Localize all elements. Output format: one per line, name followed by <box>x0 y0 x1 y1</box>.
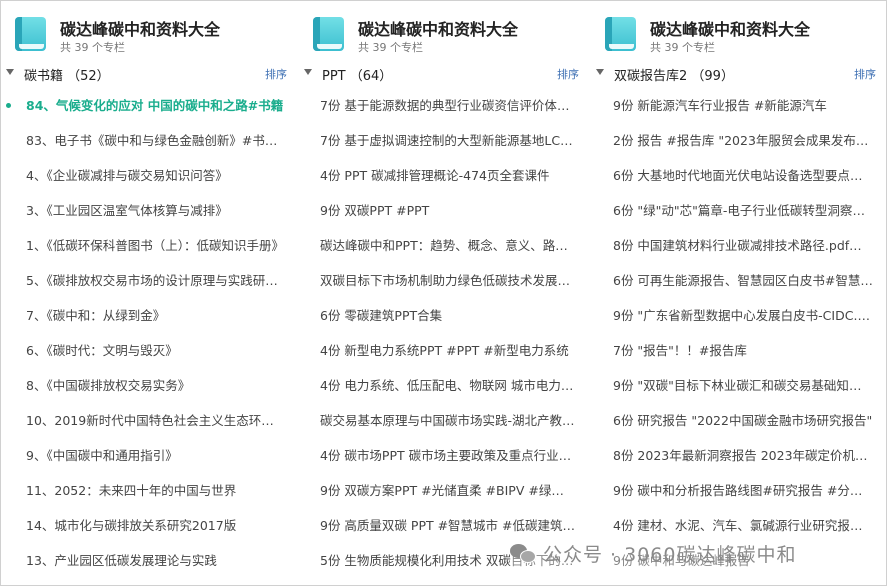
list-item[interactable]: 9份 双碳PPT #PPT <box>298 193 590 228</box>
caret-down-icon[interactable] <box>596 69 604 75</box>
list-item[interactable]: 83、电子书《碳中和与绿色金融创新》#书籍推荐 <box>0 123 298 158</box>
list-item[interactable]: 碳交易基本原理与中国碳市场实践-湖北产教融合 <box>298 403 590 438</box>
list-item[interactable]: 5、《碳排放权交易市场的设计原理与实践研究》 <box>0 263 298 298</box>
column-title[interactable]: 碳达峰碳中和资料大全 <box>60 16 220 40</box>
list-item[interactable]: 7份 基于能源数据的典型行业碳资信评价体系研究 <box>298 88 590 123</box>
active-dot-icon <box>6 103 11 108</box>
list-item[interactable]: 碳达峰碳中和PPT：趋势、概念、意义、路径分析 <box>298 228 590 263</box>
list-item[interactable]: 8份 中国建筑材料行业碳减排技术路径.pdf等报告 <box>590 228 887 263</box>
column-title[interactable]: 碳达峰碳中和资料大全 <box>358 16 518 40</box>
section-title: 碳书籍 （52） <box>24 69 110 84</box>
list-item[interactable]: 8份 2023年最新洞察报告 2023年碳定价机制发展 <box>590 438 887 473</box>
item-list: 7份 基于能源数据的典型行业碳资信评价体系研究 7份 基于虚拟调速控制的大型新能… <box>298 88 590 578</box>
list-item[interactable]: 9份 "广东省新型数据中心发展白皮书-CIDC.pdf" <box>590 298 887 333</box>
list-item[interactable]: 4份 碳市场PPT 碳市场主要政策及重点行业碳排放 <box>298 438 590 473</box>
list-item[interactable]: 6份 零碳建筑PPT合集 <box>298 298 590 333</box>
section-title: PPT （64） <box>322 69 393 84</box>
list-item[interactable]: 6、《碳时代：文明与毁灭》 <box>0 333 298 368</box>
caret-down-icon[interactable] <box>304 69 312 75</box>
column-count: 共 39 个专栏 <box>60 41 125 54</box>
book-icon <box>605 17 636 51</box>
list-item[interactable]: 3、《工业园区温室气体核算与减排》 <box>0 193 298 228</box>
column-count: 共 39 个专栏 <box>650 41 715 54</box>
list-item[interactable]: 7份 "报告"！！#报告库 <box>590 333 887 368</box>
column-count: 共 39 个专栏 <box>358 41 423 54</box>
item-list: 9份 新能源汽车行业报告 #新能源汽车 2份 报告 #报告库 "2023年服贸会… <box>590 88 887 578</box>
section-title: 双碳报告库2 （99） <box>614 69 734 84</box>
list-item[interactable]: 6份 可再生能源报告、智慧园区白皮书#智慧园区 <box>590 263 887 298</box>
list-item[interactable]: 2份 报告 #报告库 "2023年服贸会成果发布手册" <box>590 123 887 158</box>
sort-button[interactable]: 排序 <box>265 66 287 82</box>
list-item[interactable]: 7份 基于虚拟调速控制的大型新能源基地LCC研究 <box>298 123 590 158</box>
list-item[interactable]: 6份 大基地时代地面光伏电站设备选型要点分析 <box>590 158 887 193</box>
column-header[interactable]: 碳达峰碳中和资料大全 共 39 个专栏 <box>590 0 887 60</box>
book-icon <box>15 17 46 51</box>
watermark: 公众号 · 3060碳达峰碳中和 <box>510 538 797 568</box>
wechat-icon <box>510 542 537 564</box>
list-item[interactable]: 14、城市化与碳排放关系研究2017版 <box>0 508 298 543</box>
section-header[interactable]: 碳书籍 （52） 排序 <box>0 60 298 88</box>
list-item[interactable]: 11、2052：未来四十年的中国与世界 <box>0 473 298 508</box>
column-title[interactable]: 碳达峰碳中和资料大全 <box>650 16 810 40</box>
column-reports: 碳达峰碳中和资料大全 共 39 个专栏 双碳报告库2 （99） 排序 9份 新能… <box>590 0 887 586</box>
list-item[interactable]: 4份 PPT 碳减排管理概论-474页全套课件 <box>298 158 590 193</box>
item-list: 84、气候变化的应对 中国的碳中和之路#书籍 83、电子书《碳中和与绿色金融创新… <box>0 88 298 578</box>
watermark-text: 公众号 · 3060碳达峰碳中和 <box>543 543 797 566</box>
section-header[interactable]: PPT （64） 排序 <box>298 60 590 88</box>
list-item[interactable]: 9份 碳中和分析报告路线图#研究报告 #分析报告 <box>590 473 887 508</box>
list-item[interactable]: 9、《中国碳中和通用指引》 <box>0 438 298 473</box>
list-item[interactable]: 13、产业园区低碳发展理论与实践 <box>0 543 298 578</box>
section-header[interactable]: 双碳报告库2 （99） 排序 <box>590 60 887 88</box>
list-item[interactable]: 6份 研究报告 "2022中国碳金融市场研究报告" <box>590 403 887 438</box>
caret-down-icon[interactable] <box>6 69 14 75</box>
list-item[interactable]: 7、《碳中和：从绿到金》 <box>0 298 298 333</box>
list-item[interactable]: 双碳目标下市场机制助力绿色低碳技术发展研究 <box>298 263 590 298</box>
sort-button[interactable]: 排序 <box>854 66 876 82</box>
list-item[interactable]: 9份 "双碳"目标下林业碳汇和碳交易基础知识读本 <box>590 368 887 403</box>
list-item-active[interactable]: 84、气候变化的应对 中国的碳中和之路#书籍 <box>0 88 298 123</box>
column-header[interactable]: 碳达峰碳中和资料大全 共 39 个专栏 <box>0 0 298 60</box>
list-item[interactable]: 4、《企业碳减排与碳交易知识问答》 <box>0 158 298 193</box>
list-item[interactable]: 1、《低碳环保科普图书（上）：低碳知识手册》 <box>0 228 298 263</box>
column-books: 碳达峰碳中和资料大全 共 39 个专栏 碳书籍 （52） 排序 84、气候变化的… <box>0 0 298 586</box>
list-item[interactable]: 9份 双碳方案PPT #光储直柔 #BIPV #绿色建筑 <box>298 473 590 508</box>
column-ppt: 碳达峰碳中和资料大全 共 39 个专栏 PPT （64） 排序 7份 基于能源数… <box>298 0 590 586</box>
list-item[interactable]: 6份 "绿"动"芯"篇章-电子行业低碳转型洞察报告 <box>590 193 887 228</box>
list-item[interactable]: 8、《中国碳排放权交易实务》 <box>0 368 298 403</box>
list-item[interactable]: 9份 新能源汽车行业报告 #新能源汽车 <box>590 88 887 123</box>
list-item[interactable]: 4份 新型电力系统PPT #PPT #新型电力系统 <box>298 333 590 368</box>
list-item[interactable]: 4份 电力系统、低压配电、物联网 城市电力系统 <box>298 368 590 403</box>
column-header[interactable]: 碳达峰碳中和资料大全 共 39 个专栏 <box>298 0 590 60</box>
list-item[interactable]: 10、2019新时代中国特色社会主义生态环境建设 <box>0 403 298 438</box>
sort-button[interactable]: 排序 <box>557 66 579 82</box>
book-icon <box>313 17 344 51</box>
